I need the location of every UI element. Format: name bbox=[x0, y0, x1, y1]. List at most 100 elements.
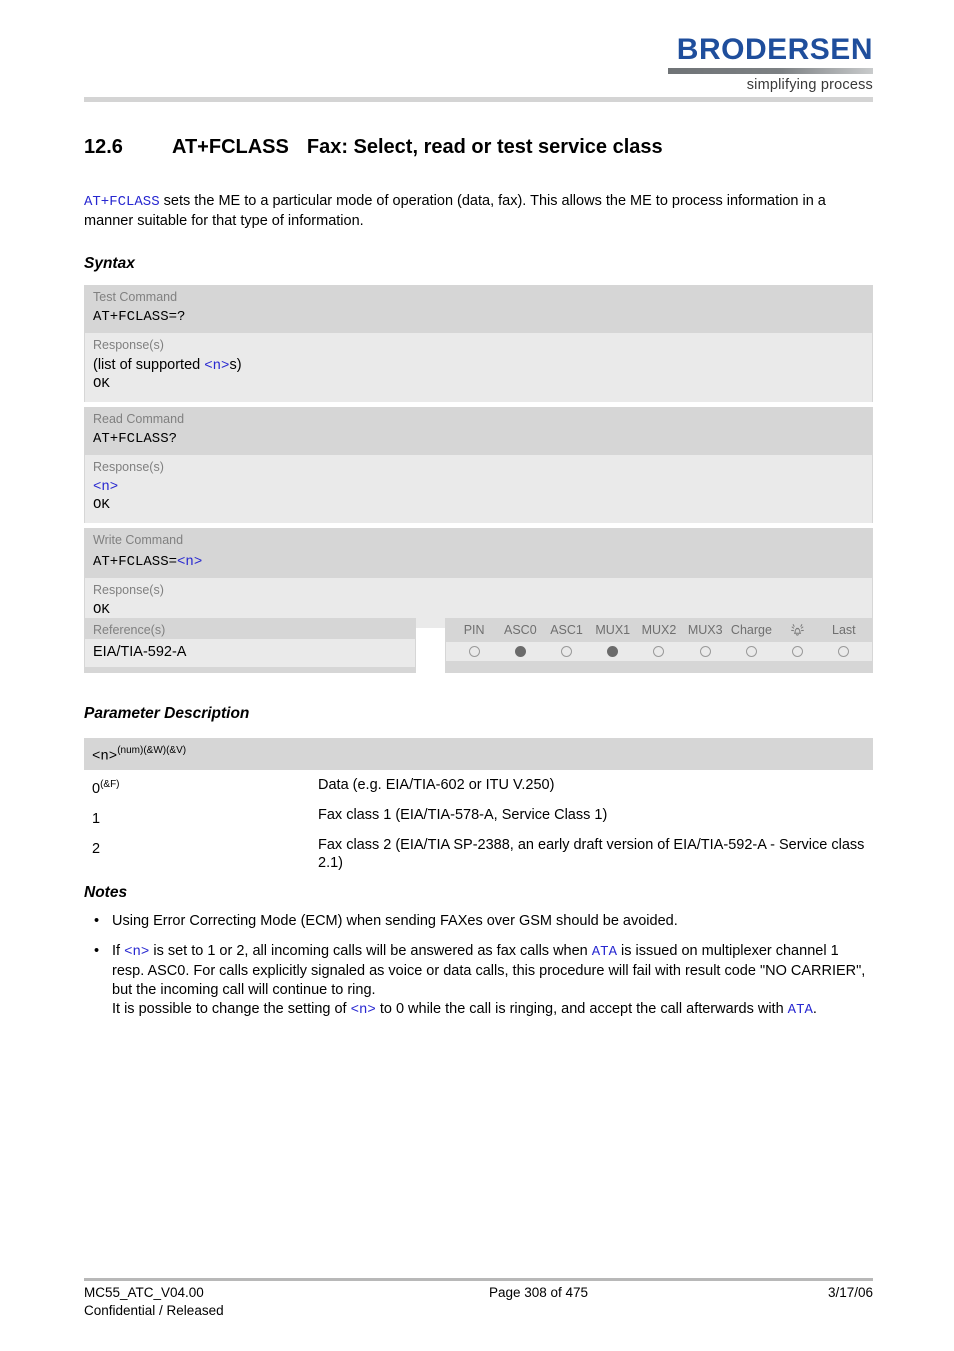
logo-tagline: simplifying process bbox=[746, 77, 873, 93]
note-command-ata-2: ATA bbox=[787, 1002, 813, 1018]
read-command-block: Read Command AT+FCLASS? Response(s) <n> … bbox=[84, 407, 873, 523]
test-response-param: <n> bbox=[204, 358, 230, 374]
write-command-prefix: AT+FCLASS= bbox=[93, 554, 178, 570]
syntax-heading: Syntax bbox=[84, 255, 135, 272]
indicator-col-alarm bbox=[775, 623, 821, 641]
intro-command: AT+FCLASS bbox=[84, 194, 160, 210]
test-response-suffix: s) bbox=[229, 357, 242, 373]
note-param-n-2: <n> bbox=[350, 1002, 376, 1018]
parameter-value-key: 2 bbox=[84, 836, 318, 872]
parameter-name: <n> bbox=[92, 748, 118, 765]
indicator-dot-last bbox=[838, 646, 850, 657]
indicator-col-last: Last bbox=[832, 623, 856, 637]
parameter-key-text: 0 bbox=[92, 781, 101, 798]
read-command-value: AT+FCLASS? bbox=[93, 431, 178, 447]
reference-value: EIA/TIA-592-A bbox=[85, 639, 415, 667]
test-response-prefix: (list of supported bbox=[93, 357, 205, 373]
note-text: If <n> is set to 1 or 2, all incoming ca… bbox=[112, 943, 865, 1018]
footer-rule bbox=[84, 1278, 873, 1281]
parameter-value-key: 0(&F) bbox=[84, 776, 318, 798]
indicator-col-asc1: ASC1 bbox=[550, 623, 583, 637]
parameter-name-superscript: (num)(&W)(&V) bbox=[117, 745, 187, 756]
indicator-dot-mux1 bbox=[607, 646, 619, 657]
parameter-key-text: 2 bbox=[92, 840, 101, 857]
document-page: BRODERSEN simplifying process 12.6 AT+FCL… bbox=[0, 0, 954, 1351]
write-command-block: Write Command AT+FCLASS=<n> Response(s) … bbox=[84, 528, 873, 628]
page-header: BRODERSEN simplifying process bbox=[0, 0, 954, 104]
test-response-body: (list of supported <n>s) OK bbox=[85, 354, 872, 402]
indicator-col-pin: PIN bbox=[463, 623, 485, 637]
indicator-dot-charge bbox=[745, 646, 757, 657]
bullet-icon: • bbox=[94, 913, 100, 929]
indicator-dots-row bbox=[446, 642, 872, 661]
read-response-body: <n> OK bbox=[85, 476, 872, 523]
intro-text: sets the ME to a particular mode of oper… bbox=[84, 193, 826, 229]
indicator-dot-alarm bbox=[792, 646, 804, 657]
write-response-label: Response(s) bbox=[93, 583, 164, 597]
indicator-dot-cell-charge bbox=[728, 646, 774, 657]
parameter-table: <n>(num)(&W)(&V) 0(&F) Data (e.g. EIA/TI… bbox=[84, 738, 873, 874]
test-response-ok: OK bbox=[93, 376, 110, 392]
footer-page-number: Page 308 of 475 bbox=[488, 1285, 589, 1300]
test-response-line-1: (list of supported <n>s) bbox=[93, 356, 864, 375]
parameter-value-desc: Fax class 2 (EIA/TIA SP-2388, an early d… bbox=[318, 836, 865, 871]
indicator-dot-cell-mux3 bbox=[682, 646, 728, 657]
parameter-description-heading: Parameter Description bbox=[84, 705, 250, 722]
section-command: AT+FCLASS bbox=[172, 136, 289, 158]
test-command-label: Test Command bbox=[93, 290, 178, 304]
footer-date: 3/17/06 bbox=[827, 1285, 873, 1300]
write-command-label: Write Command bbox=[93, 533, 184, 547]
parameter-value-desc: Data (e.g. EIA/TIA-602 or ITU V.250) bbox=[318, 777, 555, 794]
table-row: 0(&F) Data (e.g. EIA/TIA-602 or ITU V.25… bbox=[84, 770, 873, 800]
parameter-key-text: 1 bbox=[92, 810, 101, 827]
syntax-table: Test Command AT+FCLASS=? Response(s) (li… bbox=[84, 285, 873, 633]
footer-spacer-right bbox=[753, 1302, 873, 1320]
indicator-col-mux3: MUX3 bbox=[687, 623, 723, 637]
test-response-block: Response(s) (list of supported <n>s) OK bbox=[85, 333, 872, 402]
write-command-param: <n> bbox=[177, 554, 203, 570]
indicator-dot-cell-mux1 bbox=[590, 646, 636, 657]
indicator-dot-mux2 bbox=[653, 646, 665, 657]
note-text: Using Error Correcting Mode (ECM) when s… bbox=[112, 913, 678, 929]
write-command-value: AT+FCLASS=<n> bbox=[84, 549, 873, 578]
note-param-n-1: <n> bbox=[124, 944, 150, 960]
note-seg-e: to 0 while the call is ringing, and acce… bbox=[375, 1001, 788, 1017]
brodersen-logo: BRODERSEN simplifying process bbox=[668, 35, 873, 93]
table-row: 1 Fax class 1 (EIA/TIA-578-A, Service Cl… bbox=[84, 800, 873, 830]
notes-list: • Using Error Correcting Mode (ECM) when… bbox=[84, 912, 874, 1031]
indicator-col-mux1: MUX1 bbox=[595, 623, 631, 637]
indicator-col-charge: Charge bbox=[730, 623, 772, 637]
alarm-icon bbox=[789, 623, 806, 641]
note-seg-a: If bbox=[112, 943, 125, 959]
indicator-dot-cell-asc0 bbox=[497, 646, 543, 657]
test-response-label: Response(s) bbox=[93, 338, 164, 352]
logo-divider-bar bbox=[668, 68, 873, 74]
header-rule bbox=[84, 97, 873, 102]
page-title: 12.6 AT+FCLASS Fax: Select, read or test s… bbox=[84, 136, 663, 159]
section-number: 12.6 bbox=[84, 136, 123, 158]
parameter-value-desc: Fax class 1 (EIA/TIA-578-A, Service Clas… bbox=[318, 807, 608, 824]
indicator-col-mux2: MUX2 bbox=[641, 623, 677, 637]
indicator-dot-cell-last bbox=[821, 646, 867, 657]
reference-label: Reference(s) bbox=[93, 623, 166, 637]
bullet-icon: • bbox=[94, 943, 100, 959]
indicator-dot-asc0 bbox=[514, 646, 526, 657]
indicator-dot-cell-mux2 bbox=[636, 646, 682, 657]
indicator-header-row: PIN ASC0 ASC1 MUX1 MUX2 MUX3 Charge Last bbox=[445, 618, 873, 642]
footer-row-primary: MC55_ATC_V04.00 Page 308 of 475 3/17/06 bbox=[84, 1284, 873, 1302]
note-seg-f: . bbox=[812, 1001, 817, 1017]
parameter-key-superscript: (&F) bbox=[100, 779, 120, 791]
indicator-dot-pin bbox=[468, 646, 480, 657]
read-response-param: <n> bbox=[93, 479, 119, 495]
list-item: • Using Error Correcting Mode (ECM) when… bbox=[84, 912, 874, 931]
indicator-col-asc0: ASC0 bbox=[504, 623, 537, 637]
parameter-value-key: 1 bbox=[84, 806, 318, 828]
note-command-ata-1: ATA bbox=[591, 944, 617, 960]
indicator-dot-mux3 bbox=[699, 646, 711, 657]
notes-heading: Notes bbox=[84, 884, 128, 901]
note-seg-b: is set to 1 or 2, all incoming calls wil… bbox=[149, 943, 592, 959]
read-command-label: Read Command bbox=[93, 412, 185, 426]
indicator-block: PIN ASC0 ASC1 MUX1 MUX2 MUX3 Charge Last bbox=[445, 618, 873, 673]
section-title-text: Fax: Select, read or test service class bbox=[306, 136, 663, 158]
read-response-ok: OK bbox=[93, 497, 110, 513]
